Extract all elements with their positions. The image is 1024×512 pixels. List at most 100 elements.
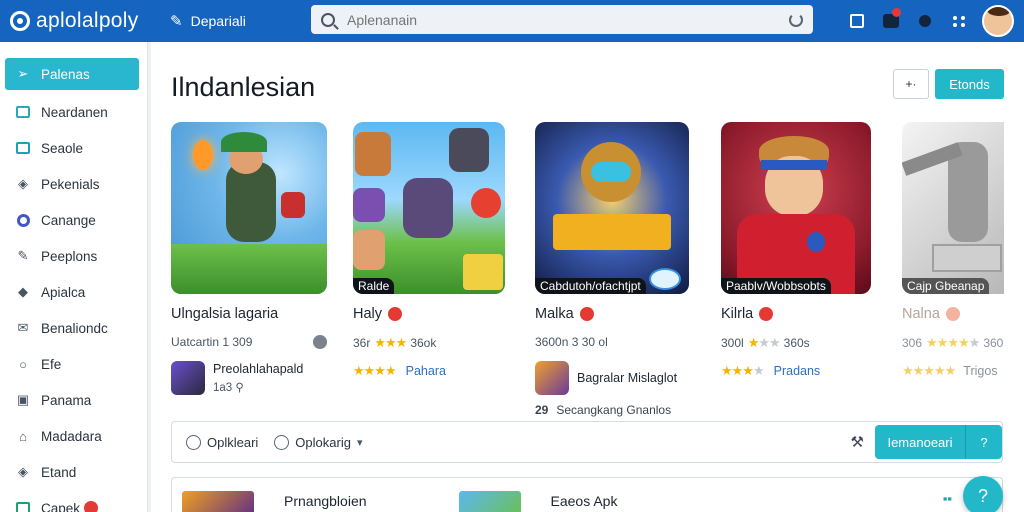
rating-stars: ★★★	[747, 335, 781, 350]
account-button[interactable]	[908, 0, 942, 42]
search-bar[interactable]	[311, 5, 813, 34]
sidebar-item-label: Neardanen	[41, 104, 108, 120]
list-item-label: Prnangbloien	[284, 493, 367, 509]
app-name: Kilrla	[721, 306, 881, 322]
verified-badge	[759, 307, 774, 321]
notifications-button[interactable]	[874, 0, 908, 42]
developer-icon	[535, 361, 569, 395]
apps-grid-icon	[952, 15, 966, 27]
action-split-button[interactable]: Iemanoeari ?	[875, 425, 1002, 459]
person-icon	[919, 15, 931, 27]
sidebar-item-efe[interactable]: ○ Efe	[5, 346, 139, 382]
refresh-icon[interactable]	[789, 12, 803, 27]
search-icon: ○	[19, 356, 27, 372]
app-rating-row: ★★★★ Pahara	[353, 363, 513, 379]
sidebar-item-neardanen[interactable]: Neardanen	[5, 94, 139, 130]
rating-stars: ★★★★★	[902, 363, 956, 378]
rating-stars: ★★★★★	[926, 335, 980, 350]
notification-badge	[892, 8, 901, 17]
app-art: Cajp Gbeanap	[902, 122, 1004, 294]
top-nav-label: Depariali	[190, 13, 246, 29]
app-developer: Preolahlahapald 1a3 ⚲	[171, 361, 331, 395]
chevron-down-icon: ▾	[356, 436, 363, 449]
pen-icon: ✎	[170, 13, 183, 30]
verified-badge	[945, 307, 960, 321]
help-icon[interactable]: ?	[966, 425, 1002, 459]
main-content: Ilndanlesian +· Etonds Ulngalsia lagaria…	[151, 42, 1024, 512]
grid-button[interactable]	[840, 0, 874, 42]
app-name: Haly	[353, 306, 513, 322]
sidebar-item-etand[interactable]: ◈ Etand	[5, 454, 139, 490]
more-icon[interactable]: ▪▪	[943, 491, 952, 506]
top-nav-item[interactable]: ✎ Depariali	[170, 12, 310, 30]
apps-button[interactable]	[942, 0, 976, 42]
app-rating: 306 ★★★★★ 360o	[902, 335, 1004, 350]
app-card[interactable]: Paablv/Wobbsobts Kilrla 300l ★★★ 360s ★★…	[721, 122, 881, 379]
window-icon: ▣	[16, 392, 30, 407]
avatar[interactable]	[982, 5, 1014, 37]
sidebar-item-palenas[interactable]: ➢ Palenas	[5, 58, 139, 90]
sidebar-item-apialca[interactable]: ◆ Apialca	[5, 274, 139, 310]
card-icon	[15, 501, 31, 512]
radio-icon	[186, 434, 201, 450]
list-icon	[15, 141, 31, 155]
add-button[interactable]: +·	[893, 69, 929, 99]
sidebar-item-label: Canange	[41, 212, 96, 228]
filter-option-1[interactable]: Oplkleari	[186, 434, 258, 450]
sidebar-item-canange[interactable]: Canange	[5, 202, 139, 238]
app-logo[interactable]: aplolalpoly	[10, 9, 170, 33]
app-rating: 300l ★★★ 360s	[721, 335, 810, 350]
sidebar-item-panama[interactable]: ▣ Panama	[5, 382, 139, 418]
developer-link[interactable]: Trigos	[963, 364, 997, 378]
search-input[interactable]	[347, 11, 789, 28]
sidebar-badge	[84, 501, 99, 512]
sidebar-item-label: Pekenials	[41, 176, 100, 192]
help-fab[interactable]: ?	[963, 476, 1003, 512]
top-icons	[840, 0, 1024, 42]
rating-stars: ★★★★	[353, 363, 397, 378]
sidebar-item-label: Seaole	[41, 140, 84, 156]
sidebar-item-benaliondc[interactable]: ✉ Benaliondc	[5, 310, 139, 346]
app-rating-row: ★★★★ Pradans	[721, 363, 881, 379]
radio-icon	[274, 434, 290, 450]
page-title: Ilndanlesian	[171, 72, 316, 102]
app-category: 29 Secangkang Gnanlos	[535, 403, 672, 417]
action-button[interactable]: Iemanoeari	[875, 425, 966, 459]
app-meta: 3600n 3 30 ol	[535, 335, 608, 349]
sidebar-item-capek[interactable]: Capek	[5, 490, 139, 512]
search-icon: ⚲	[235, 382, 244, 394]
app-card[interactable]: Cabdutoh/ofachtjpt Malka 3600n 3 30 ol B…	[535, 122, 695, 417]
grid-icon	[850, 14, 864, 28]
pin-icon: ◆	[18, 284, 28, 299]
app-card[interactable]: Cajp Gbeanap Nalna 306 ★★★★★ 360o ★★★★★ …	[902, 122, 1004, 379]
top-bar: aplolalpoly ✎ Depariali	[0, 0, 1024, 42]
app-card[interactable]: Ralde Haly 36r ★★★ 36ok ★★★★ Pahara	[353, 122, 513, 379]
developer-link[interactable]: Pradans	[774, 364, 821, 378]
tag-icon: ◈	[18, 176, 28, 191]
app-art	[171, 122, 327, 294]
sidebar-item-peeplons[interactable]: ✎ Peeplons	[5, 238, 139, 274]
mail-icon: ✉	[17, 320, 29, 335]
hammer-icon[interactable]: ⚒	[851, 433, 864, 451]
sidebar-item-label: Madadara	[41, 428, 102, 444]
app-rating-row: ★★★★★ Trigos	[902, 363, 1004, 379]
rating-stars: ★★★★	[721, 363, 765, 378]
sidebar-item-seaole[interactable]: Seaole	[5, 130, 139, 166]
app-art: Paablv/Wobbsobts	[721, 122, 871, 294]
app-card[interactable]: Ulngalsia lagaria Uatcartin 1 309 Preola…	[171, 122, 331, 395]
developer-link[interactable]: Pahara	[406, 364, 446, 378]
filter-option-2[interactable]: Oplokarig ▾	[274, 434, 363, 450]
verified-badge	[388, 307, 403, 321]
list-item[interactable]: Prnangbloien Eaeos Apk ▪▪	[171, 477, 1003, 512]
sidebar-item-label: Palenas	[41, 66, 90, 82]
sidebar-item-label: Panama	[41, 392, 92, 408]
sidebar: ➢ Palenas Neardanen Seaole ◈ Pekenials C…	[0, 42, 148, 512]
app-art: Cabdutoh/ofachtjpt	[535, 122, 689, 294]
sidebar-item-label: Apialca	[41, 284, 86, 300]
verified-badge	[579, 307, 594, 321]
sidebar-item-label: Capek	[41, 500, 81, 512]
primary-button[interactable]: Etonds	[935, 69, 1004, 99]
rating-stars: ★★★	[374, 335, 407, 350]
sidebar-item-madadara[interactable]: ⌂ Madadara	[5, 418, 139, 454]
sidebar-item-pekenials[interactable]: ◈ Pekenials	[5, 166, 139, 202]
